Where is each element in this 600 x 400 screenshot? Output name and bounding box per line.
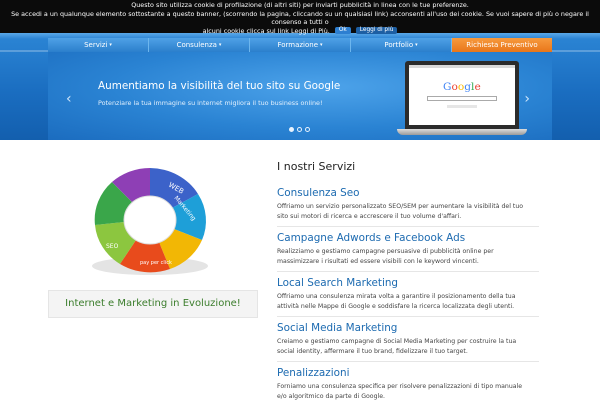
service-item: Campagne Adwords e Facebook Ads Realizzi… <box>277 232 539 272</box>
service-desc-line: sito sui motori di ricerca e accrescere … <box>277 213 462 220</box>
laptop-image: Google <box>397 61 527 140</box>
service-title-link[interactable]: Campagne Adwords e Facebook Ads <box>277 232 539 245</box>
nav-item-formazione[interactable]: Formazione ▾ <box>250 38 351 52</box>
service-desc-line: Realizziamo e gestiamo campagne persuasi… <box>277 248 494 255</box>
service-desc-line: massimizzare i risultati ed essere visib… <box>277 258 479 265</box>
nav-label: Servizi <box>84 41 108 49</box>
nav-item-servizi[interactable]: Servizi ▾ <box>48 38 149 52</box>
slider-prev-icon[interactable]: ‹ <box>66 92 72 106</box>
nav-item-portfolio[interactable]: Portfolio ▾ <box>351 38 452 52</box>
service-desc-line: e/o algoritmico da parte di Google. <box>277 393 386 400</box>
left-caption-box: Internet e Marketing in Evoluzione! <box>48 290 258 318</box>
cookie-text-line-2: Se accedi a un qualunque elemento sottos… <box>11 9 589 27</box>
laptop-base <box>397 129 527 135</box>
hero-slider: ‹ › Aumentiamo la visibilità del tuo sit… <box>48 52 552 140</box>
slide-subtitle: Potenziare la tua immagine su internet m… <box>98 99 323 107</box>
nav-label: Formazione <box>277 41 319 49</box>
laptop-screen: Google <box>409 65 515 125</box>
cookie-text-row-3: alcuni cookie clicca sul link Leggi di P… <box>0 27 600 36</box>
service-item: Social Media Marketing Creiamo e gestiam… <box>277 322 539 362</box>
chevron-down-icon: ▾ <box>320 42 323 48</box>
slider-dot[interactable] <box>305 127 310 132</box>
service-desc-line: attività nelle Mappe di Google e soddisf… <box>277 303 515 310</box>
main-nav: Servizi ▾ Consulenza ▾ Formazione ▾ Portfol… <box>48 38 552 52</box>
slider-dot[interactable] <box>297 127 302 132</box>
service-desc-line: Offriamo un servizio personalizzato SEO/… <box>277 203 524 210</box>
left-caption: Internet e Marketing in Evoluzione! <box>65 298 241 309</box>
nav-label: Consulenza <box>176 41 217 49</box>
chevron-down-icon: ▾ <box>109 42 112 48</box>
slider-pagination <box>289 127 310 132</box>
service-item: Penalizzazioni Forniamo una consulenza s… <box>277 367 539 400</box>
service-item: Local Search Marketing Offriamo una cons… <box>277 277 539 317</box>
google-search-box <box>427 96 497 101</box>
service-desc-line: Offriamo una consulenza mirata volta a g… <box>277 293 516 300</box>
cookie-text-line-3: alcuni cookie clicca sul link Leggi di P… <box>202 26 330 35</box>
chevron-down-icon: ▾ <box>218 42 222 48</box>
services-section: I nostri Servizi Consulenza Seo Offriamo… <box>277 160 539 400</box>
services-heading: I nostri Servizi <box>277 160 356 173</box>
service-desc-line: social identity, affermare il tuo brand,… <box>277 348 468 355</box>
browser-bar <box>409 65 515 68</box>
slider-dot[interactable] <box>289 127 294 132</box>
service-item: Consulenza Seo Offriamo un servizio pers… <box>277 187 539 227</box>
service-desc-line: Creiamo e gestiamo campagne di Social Me… <box>277 338 517 345</box>
nav-item-consulenza[interactable]: Consulenza ▾ <box>149 38 250 52</box>
nav-label: Portfolio <box>384 41 414 49</box>
donut-label-seo: SEO <box>106 243 119 250</box>
cookie-read-more-button[interactable]: Leggi di più <box>355 27 398 35</box>
chevron-down-icon: ▾ <box>415 42 418 48</box>
nav-cta-richiesta-preventivo[interactable]: Richiesta Preventivo <box>452 38 552 52</box>
cookie-ok-button[interactable]: Ok <box>334 27 351 35</box>
slide-title: Aumentiamo la visibilità del tuo sito su… <box>98 80 341 92</box>
service-desc-line: Forniamo una consulenza specifica per ri… <box>277 383 523 390</box>
donut-label-ppc: pay per click <box>140 260 172 266</box>
google-logo: Google <box>443 81 481 93</box>
google-buttons <box>447 105 477 108</box>
service-title-link[interactable]: Consulenza Seo <box>277 187 539 200</box>
cookie-banner: Questo sito utilizza cookie di profilazi… <box>0 0 600 36</box>
laptop-screen-frame: Google <box>405 61 519 129</box>
web-marketing-donut-image: WEB Marketing SEO pay per click <box>78 162 228 280</box>
cookie-text-line-1: Questo sito utilizza cookie di profilazi… <box>131 1 469 9</box>
google-logo-letter: e <box>474 81 481 93</box>
service-title-link[interactable]: Penalizzazioni <box>277 367 539 380</box>
donut-graphic: WEB Marketing SEO pay per click <box>92 168 208 275</box>
service-title-link[interactable]: Social Media Marketing <box>277 322 539 335</box>
service-title-link[interactable]: Local Search Marketing <box>277 277 539 290</box>
